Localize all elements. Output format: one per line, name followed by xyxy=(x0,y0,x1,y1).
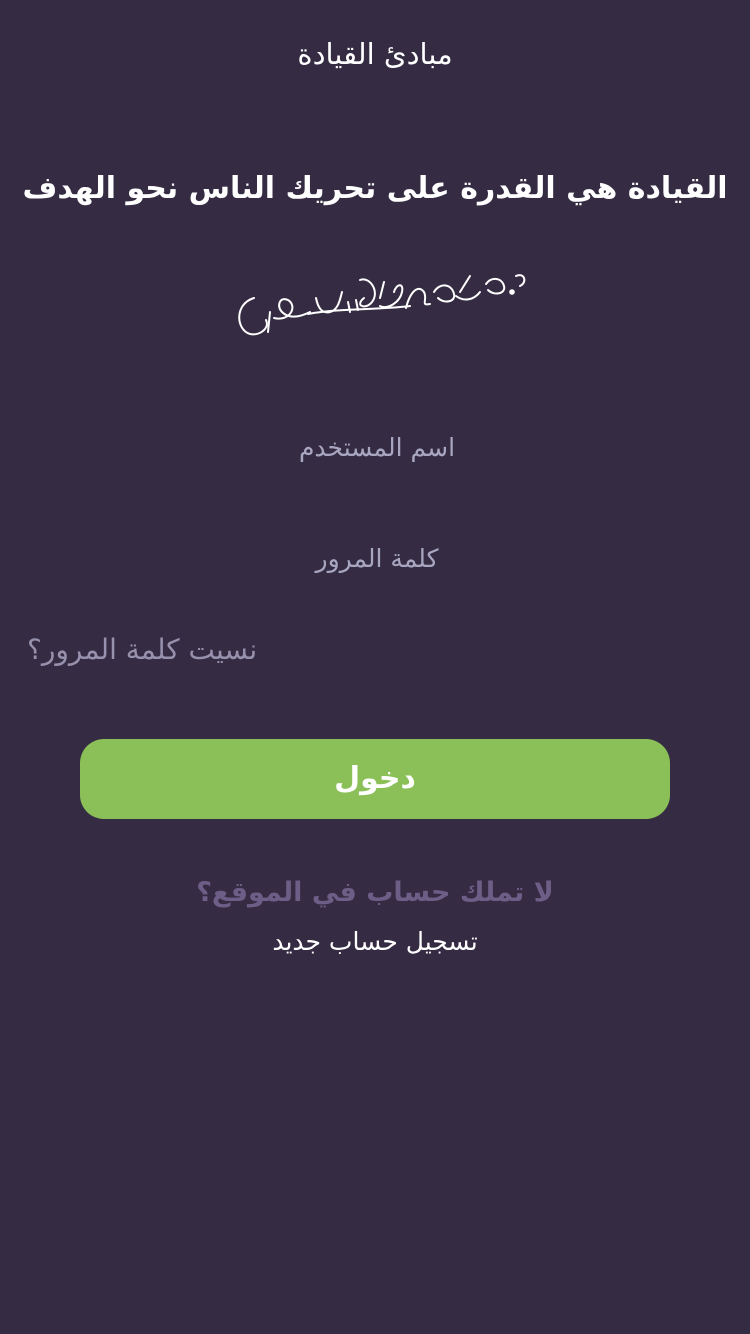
login-button[interactable]: دخول xyxy=(80,739,670,819)
username-input[interactable] xyxy=(75,416,679,478)
forgot-password-link[interactable]: نسيت كلمة المرور؟ xyxy=(27,628,257,672)
register-link[interactable]: تسجيل حساب جديد xyxy=(0,922,750,962)
leadership-quote: القيادة هي القدرة على تحريك الناس نحو ال… xyxy=(22,171,728,206)
password-input[interactable] xyxy=(75,527,679,589)
signature-image xyxy=(238,274,526,336)
no-account-text: لا تملك حساب في الموقع؟ xyxy=(196,877,554,908)
app-title: مبادئ القيادة xyxy=(297,37,453,71)
